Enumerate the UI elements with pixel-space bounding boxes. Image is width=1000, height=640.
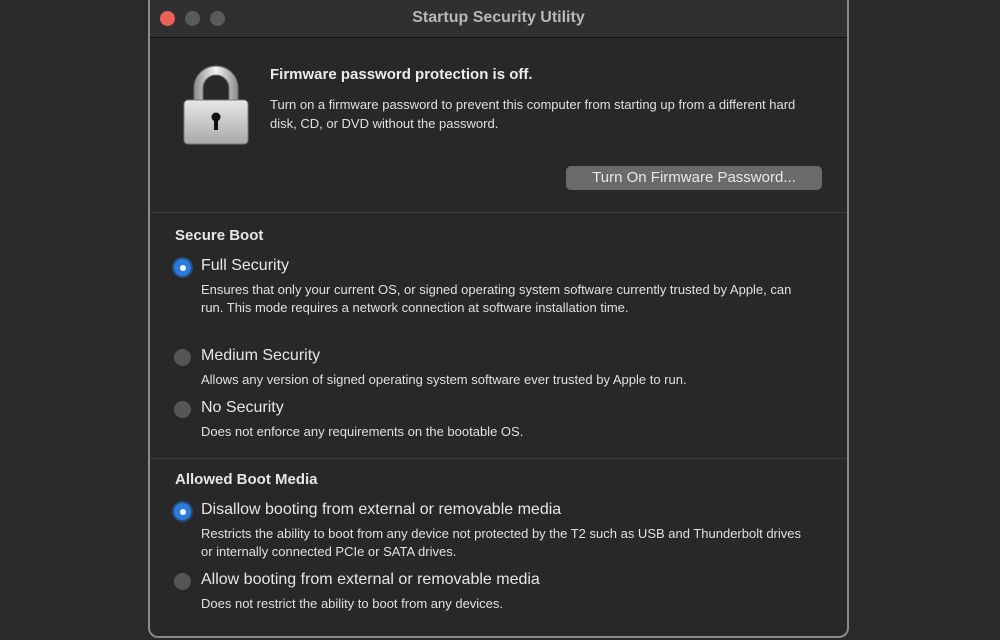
option-label[interactable]: Full Security (201, 257, 289, 275)
firmware-status-heading: Firmware password protection is off. (270, 66, 533, 83)
padlock-icon (183, 65, 249, 145)
allow-external-boot-radio[interactable] (174, 573, 191, 590)
window-title: Startup Security Utility (412, 9, 585, 26)
allowed-boot-media-heading: Allowed Boot Media (175, 471, 318, 488)
option-description: Ensures that only your current OS, or si… (201, 282, 792, 315)
option-description: Allows any version of signed operating s… (201, 372, 687, 387)
startup-security-window: Startup Security Utility Firmware passwo… (148, 0, 849, 638)
no-security-radio[interactable] (174, 401, 191, 418)
medium-security-radio[interactable] (174, 349, 191, 366)
full-security-radio[interactable] (174, 259, 191, 276)
option-description: Does not enforce any requirements on the… (201, 424, 524, 439)
option-label[interactable]: Medium Security (201, 347, 320, 365)
option-label[interactable]: Allow booting from external or removable… (201, 571, 540, 589)
option-description: Restricts the ability to boot from any d… (201, 526, 802, 559)
firmware-description: Turn on a firmware password to prevent t… (270, 97, 796, 131)
option-label[interactable]: Disallow booting from external or remova… (201, 501, 561, 519)
title-bar[interactable]: Startup Security Utility (150, 0, 847, 38)
secure-boot-heading: Secure Boot (175, 227, 264, 244)
disallow-external-boot-radio[interactable] (174, 503, 191, 520)
divider (150, 458, 847, 459)
divider (150, 212, 847, 213)
option-label[interactable]: No Security (201, 399, 284, 417)
option-description: Does not restrict the ability to boot fr… (201, 596, 504, 611)
turn-on-firmware-password-button[interactable]: Turn On Firmware Password... (566, 166, 822, 190)
